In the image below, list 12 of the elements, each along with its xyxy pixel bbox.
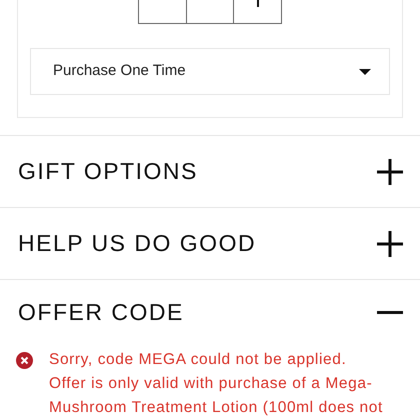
section-title: HELP US DO GOOD — [18, 229, 256, 258]
accordion-header[interactable]: HELP US DO GOOD — [0, 208, 420, 279]
dropdown-value: Purchase One Time — [53, 61, 186, 82]
caret-icon — [359, 68, 371, 74]
error-icon — [16, 352, 33, 369]
error-message: Sorry, code MEGA could not be applied. Offer is only valid with purchase of a Mega- Mushroom Treatment Lotion (100ml does not — [49, 350, 383, 418]
section-title: GIFT OPTIONS — [18, 157, 198, 186]
section-title: OFFER CODE — [18, 298, 184, 327]
purchase-option-dropdown[interactable]: Purchase One Time — [30, 48, 390, 95]
minus-icon[interactable] — [377, 310, 403, 314]
accordion-header[interactable]: OFFER CODE — [0, 280, 420, 344]
accordion-header[interactable]: GIFT OPTIONS — [0, 136, 420, 207]
